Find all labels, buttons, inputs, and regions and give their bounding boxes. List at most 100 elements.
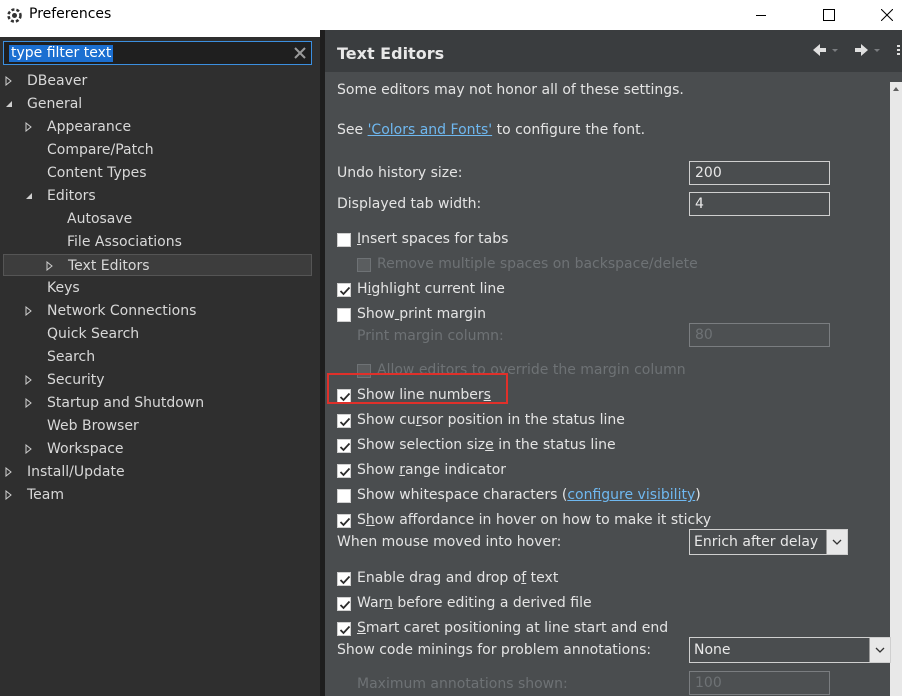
checkbox-box[interactable]: [337, 514, 351, 528]
tree-item-network-connections[interactable]: Network Connections: [0, 300, 312, 322]
configure-visibility-link[interactable]: configure visibility: [567, 487, 695, 503]
chevron-down-icon: [826, 530, 847, 554]
preference-tree-pane: type filter text DBeaver General Appearanc…: [0, 37, 320, 696]
tree-item-label: DBeaver: [27, 73, 88, 89]
tree-item-quick-search[interactable]: Quick Search: [0, 323, 312, 345]
undo-history-input[interactable]: 200: [689, 161, 830, 185]
cursor-position-label: Show cursor position in the status line: [357, 412, 625, 428]
tree-collapsed-icon[interactable]: [24, 116, 34, 138]
tree-item-team[interactable]: Team: [0, 484, 312, 506]
tree-item-label: Network Connections: [47, 303, 197, 319]
tree-item-text-editors[interactable]: Text Editors: [3, 254, 312, 276]
checkbox-box[interactable]: [357, 258, 371, 272]
tab-width-input[interactable]: 4: [689, 192, 830, 216]
back-arrow-icon[interactable]: [811, 42, 841, 58]
print-margin-label: Show print margin: [357, 306, 486, 322]
whitespace-label: Show whitespace characters (configure vi…: [357, 487, 701, 503]
preference-page: Text Editors Some editors may not honor …: [325, 30, 902, 696]
tree-item-search[interactable]: Search: [0, 346, 312, 368]
print-margin-column-label: Print margin column:: [357, 328, 504, 344]
tree-collapsed-icon[interactable]: [45, 255, 55, 277]
filter-input[interactable]: type filter text: [3, 41, 312, 65]
chevron-down-icon: [869, 638, 890, 662]
tree-item-keys[interactable]: Keys: [0, 277, 312, 299]
hover-behavior-label: When mouse moved into hover:: [337, 534, 562, 550]
tree-collapsed-icon[interactable]: [24, 392, 34, 414]
tree-item-label: Team: [27, 487, 65, 503]
minimize-button[interactable]: [738, 0, 784, 30]
colors-and-fonts-link[interactable]: 'Colors and Fonts': [368, 122, 493, 138]
tree-item-security[interactable]: Security: [0, 369, 312, 391]
tree-item-appearance[interactable]: Appearance: [0, 116, 312, 138]
tree-collapsed-icon[interactable]: [24, 438, 34, 460]
tree-item-label: File Associations: [67, 234, 182, 250]
tree-item-install-update[interactable]: Install/Update: [0, 461, 312, 483]
drag-drop-label: Enable drag and drop of text: [357, 570, 559, 586]
print-margin-column-input[interactable]: 80: [689, 323, 830, 347]
checkbox-box[interactable]: [337, 572, 351, 586]
undo-history-label: Undo history size:: [337, 165, 463, 181]
page-header: Text Editors: [325, 30, 902, 72]
tree-collapsed-icon[interactable]: [4, 484, 14, 506]
tree-expanded-icon[interactable]: [4, 93, 14, 115]
insert-spaces-label: Insert spaces for tabs: [357, 231, 509, 247]
tree-item-label: Text Editors: [68, 258, 150, 274]
code-minings-select[interactable]: None: [689, 637, 891, 663]
minimize-icon: [756, 15, 766, 16]
maximize-icon: [823, 9, 835, 21]
tree-item-autosave[interactable]: Autosave: [0, 208, 312, 230]
tree-item-label: General: [27, 96, 83, 112]
vertical-scrollbar[interactable]: [890, 82, 902, 696]
tree-collapsed-icon[interactable]: [4, 461, 14, 483]
warn-derived-label: Warn before editing a derived file: [357, 595, 592, 611]
scroll-up-icon[interactable]: [890, 84, 902, 94]
hover-behavior-select[interactable]: Enrich after delay: [689, 529, 848, 555]
close-icon: [881, 9, 893, 21]
tree-collapsed-icon[interactable]: [24, 300, 34, 322]
tree-item-label: Workspace: [47, 441, 124, 457]
tree-collapsed-icon[interactable]: [24, 369, 34, 391]
eclipse-gear-icon: [7, 8, 22, 23]
tree-collapsed-icon[interactable]: [4, 70, 14, 92]
tree-item-workspace[interactable]: Workspace: [0, 438, 312, 460]
tree-item-label: Search: [47, 349, 96, 365]
max-annotations-input[interactable]: 100: [689, 671, 830, 695]
colors-fonts-line: See 'Colors and Fonts' to configure the …: [337, 122, 645, 138]
filter-input-text: type filter text: [9, 45, 114, 62]
tree-item-editors[interactable]: Editors: [0, 185, 312, 207]
highlight-line-label: Highlight current line: [357, 281, 505, 297]
checkbox-box[interactable]: [337, 308, 351, 322]
close-button[interactable]: [864, 0, 902, 30]
see-prefix: See: [337, 122, 368, 138]
tree-expanded-icon[interactable]: [24, 185, 34, 207]
tree-item-compare-patch[interactable]: Compare/Patch: [0, 139, 312, 161]
tree-item-general[interactable]: General: [0, 93, 312, 115]
range-indicator-label: Show range indicator: [357, 462, 507, 478]
checkbox-box[interactable]: [337, 464, 351, 478]
remove-spaces-label: Remove multiple spaces on backspace/dele…: [377, 256, 698, 272]
clear-filter-icon[interactable]: [293, 46, 307, 60]
checkbox-box[interactable]: [337, 414, 351, 428]
tree-item-dbeaver[interactable]: DBeaver: [0, 70, 312, 92]
tree-item-web-browser[interactable]: Web Browser: [0, 415, 312, 437]
smart-caret-label: Smart caret positioning at line start an…: [357, 620, 669, 636]
checkbox-box[interactable]: [337, 439, 351, 453]
checkbox-box[interactable]: [337, 283, 351, 297]
checkbox-box[interactable]: [337, 622, 351, 636]
highlight-annotation-box: [327, 373, 508, 404]
tree-item-startup-and-shutdown[interactable]: Startup and Shutdown: [0, 392, 312, 414]
tree-item-label: Keys: [47, 280, 80, 296]
forward-arrow-icon[interactable]: [853, 42, 883, 58]
checkbox-box[interactable]: [337, 233, 351, 247]
affordance-label: Show affordance in hover on how to make …: [357, 512, 712, 528]
tree-item-file-associations[interactable]: File Associations: [0, 231, 312, 253]
tree-item-label: Startup and Shutdown: [47, 395, 205, 411]
checkbox-box[interactable]: [337, 597, 351, 611]
tree-item-content-types[interactable]: Content Types: [0, 162, 312, 184]
checkbox-box[interactable]: [337, 489, 351, 503]
tree-item-label: Web Browser: [47, 418, 139, 434]
see-suffix: to configure the font.: [492, 122, 646, 138]
settings-note: Some editors may not honor all of these …: [337, 82, 684, 98]
view-menu-icon[interactable]: [895, 42, 902, 58]
maximize-button[interactable]: [806, 0, 852, 30]
